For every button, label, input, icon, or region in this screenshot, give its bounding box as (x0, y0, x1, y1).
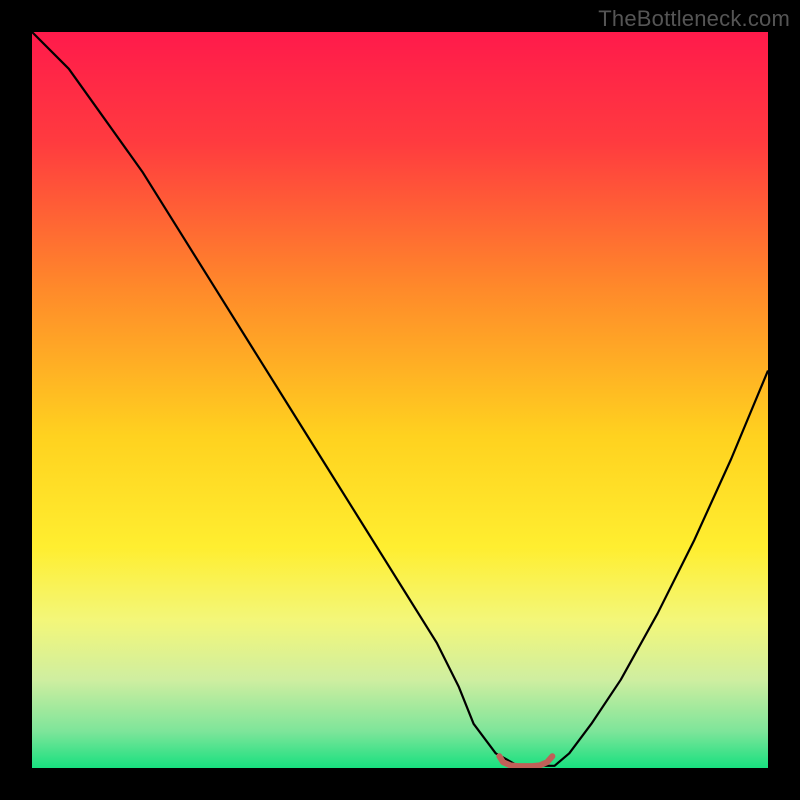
chart-frame: TheBottleneck.com (0, 0, 800, 800)
bottleneck-chart (32, 32, 768, 768)
watermark-text: TheBottleneck.com (598, 6, 790, 32)
gradient-background (32, 32, 768, 768)
plot-area (32, 32, 768, 768)
